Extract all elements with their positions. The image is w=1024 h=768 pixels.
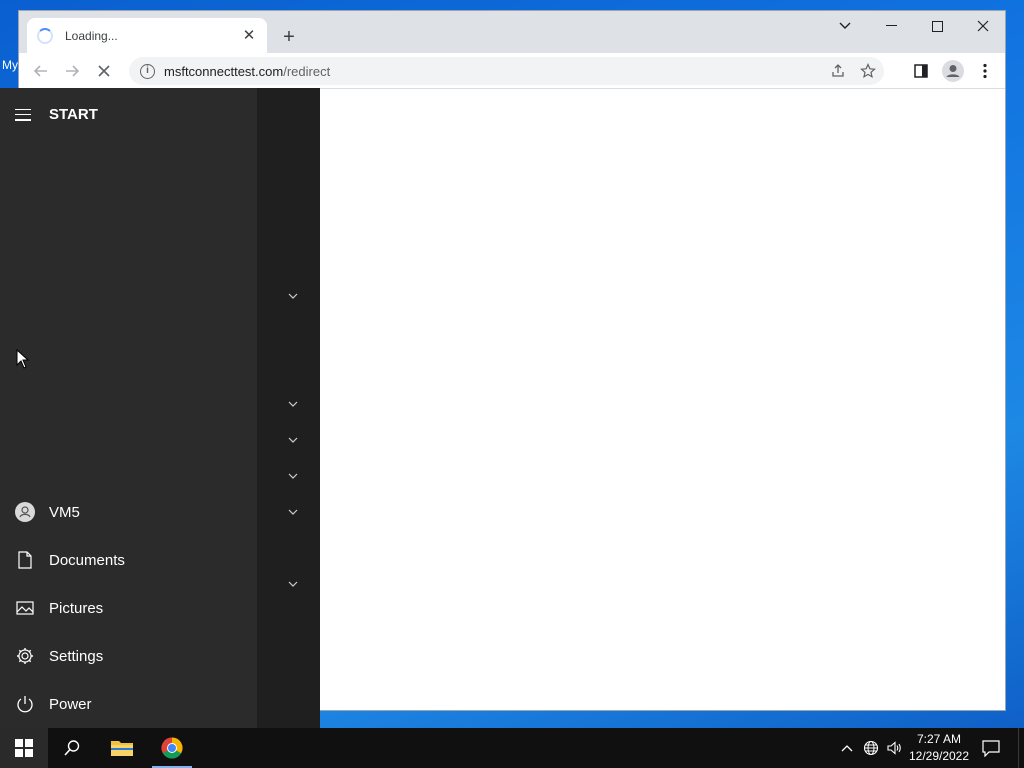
profile-icon (942, 60, 964, 82)
network-button[interactable] (861, 738, 881, 758)
start-item-label: Pictures (49, 599, 104, 617)
volume-button[interactable] (884, 738, 904, 758)
gear-icon (15, 646, 35, 666)
browser-titlebar: Loading... ✕ + (19, 11, 1005, 53)
windows-logo-icon (15, 739, 33, 757)
back-button[interactable] (29, 59, 53, 83)
chrome-icon (161, 737, 183, 759)
forward-button[interactable] (60, 59, 84, 83)
show-hidden-icons-button[interactable] (837, 738, 857, 758)
clock-time: 7:27 AM (916, 732, 962, 746)
side-panel-icon (914, 64, 928, 78)
user-icon (15, 502, 35, 522)
taskbar-clock[interactable]: 7:27 AM 12/29/2022 (905, 731, 973, 765)
start-item-label: Power (49, 695, 92, 713)
start-item-documents[interactable]: Documents (0, 536, 257, 584)
search-button[interactable] (48, 728, 96, 768)
network-globe-icon (863, 740, 879, 756)
start-item-pictures[interactable]: Pictures (0, 584, 257, 632)
tab-search-button[interactable] (822, 11, 868, 41)
start-item-label: Documents (49, 551, 125, 569)
start-item-settings[interactable]: Settings (0, 632, 257, 680)
loading-spinner-icon (37, 27, 53, 44)
clock-date: 12/29/2022 (908, 749, 970, 763)
mouse-cursor-icon (16, 348, 30, 374)
star-icon (860, 63, 876, 79)
tab-title: Loading... (65, 28, 118, 43)
stop-loading-button[interactable] (92, 59, 116, 83)
desktop-icon-label[interactable]: My (2, 58, 18, 72)
close-button[interactable] (960, 11, 1006, 41)
start-item-label: VM5 (49, 503, 80, 521)
chrome-taskbar-button[interactable] (148, 728, 196, 768)
start-menu-header[interactable]: START (15, 106, 98, 123)
side-panel-button[interactable] (909, 59, 933, 83)
chevron-up-icon (841, 745, 853, 752)
minimize-button[interactable] (868, 11, 914, 41)
search-icon (64, 740, 80, 756)
tab-close-icon[interactable]: ✕ (241, 27, 257, 44)
taskbar: 7:27 AM 12/29/2022 (0, 728, 1024, 768)
chevron-down-icon[interactable] (286, 469, 300, 483)
menu-button[interactable] (973, 59, 997, 83)
chevron-down-icon[interactable] (286, 397, 300, 411)
back-arrow-icon (33, 65, 47, 77)
share-icon (832, 64, 844, 77)
start-item-power[interactable]: Power (0, 680, 257, 728)
start-menu-title: START (49, 106, 98, 123)
start-item-user[interactable]: VM5 (0, 488, 257, 536)
power-icon (15, 694, 35, 714)
chevron-down-icon (839, 22, 851, 29)
kebab-menu-icon (983, 63, 987, 79)
site-info-icon[interactable]: i (140, 63, 155, 79)
share-button[interactable] (826, 59, 850, 83)
chevron-down-icon[interactable] (286, 577, 300, 591)
new-tab-button[interactable]: + (277, 25, 301, 49)
speaker-icon (887, 741, 901, 755)
address-bar[interactable]: i msftconnecttest.com/redirect (129, 57, 884, 85)
chevron-down-icon[interactable] (286, 433, 300, 447)
chevron-down-icon[interactable] (286, 505, 300, 519)
profile-button[interactable] (941, 59, 965, 83)
show-desktop-button[interactable] (1018, 728, 1024, 768)
browser-tab[interactable]: Loading... ✕ (27, 18, 267, 53)
stop-icon (98, 65, 110, 77)
maximize-button[interactable] (914, 11, 960, 41)
bookmark-button[interactable] (856, 59, 880, 83)
notification-icon (982, 739, 1000, 757)
url-text[interactable]: msftconnecttest.com/redirect (164, 64, 330, 79)
start-button[interactable] (0, 728, 48, 768)
folder-icon (111, 741, 133, 756)
pictures-icon (15, 598, 35, 618)
forward-arrow-icon (66, 65, 80, 77)
start-menu: START VM5 Documents Pictures Settings Po… (0, 88, 320, 728)
document-icon (15, 550, 35, 570)
start-item-label: Settings (49, 647, 104, 665)
browser-toolbar: i msftconnecttest.com/redirect (19, 53, 1005, 89)
action-center-button[interactable] (980, 738, 1002, 758)
chevron-down-icon[interactable] (286, 289, 300, 303)
hamburger-icon[interactable] (15, 108, 31, 121)
file-explorer-button[interactable] (98, 728, 146, 768)
